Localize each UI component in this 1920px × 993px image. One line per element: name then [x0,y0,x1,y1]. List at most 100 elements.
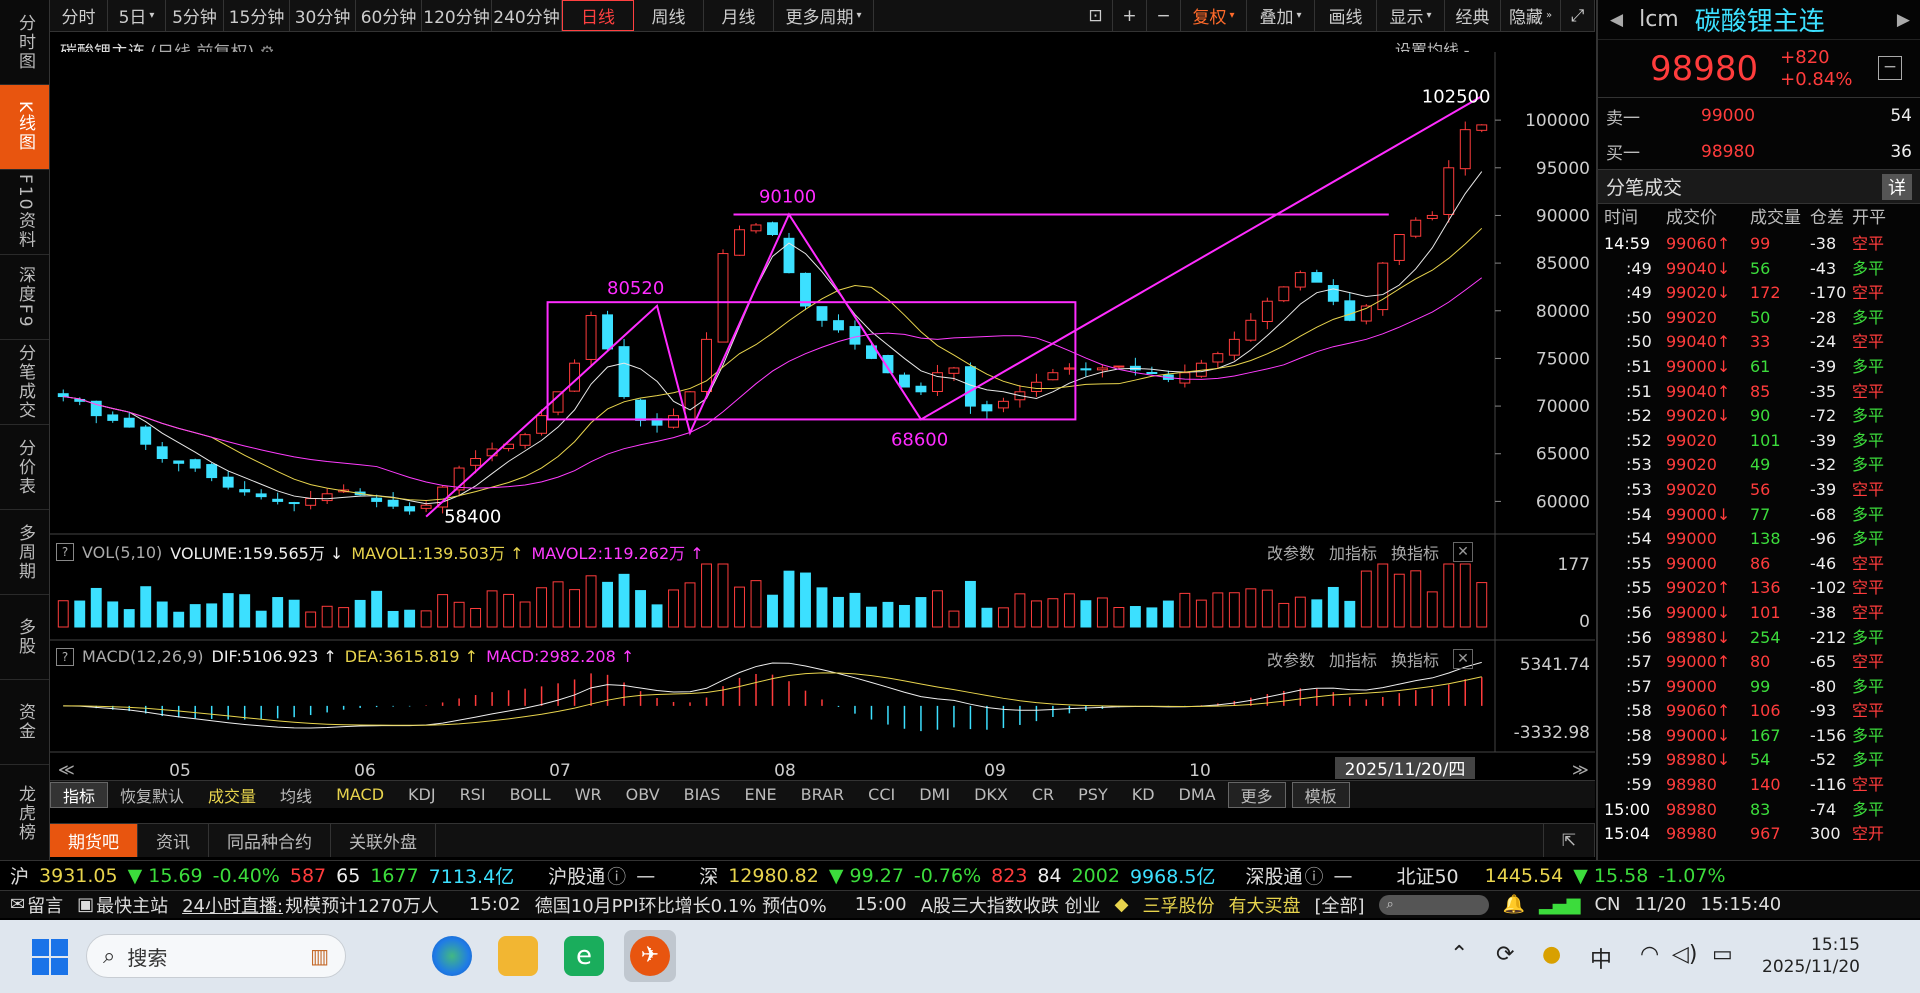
tick-row[interactable]: :53 99020 56 -39 空平 [1598,478,1920,503]
sh-index[interactable]: 3931.05 [39,865,118,887]
tick-row[interactable]: :59 98980↓ 54 -52 多平 [1598,748,1920,773]
tick-row[interactable]: :58 99060↑ 106 -93 空平 [1598,699,1920,724]
period-tab-5[interactable]: 60分钟 [356,0,422,31]
tick-row[interactable]: :50 99040↑ 33 -24 空平 [1598,330,1920,355]
period-tab-11[interactable]: 更多周期 ▾ [774,0,874,31]
indicator-tab-2[interactable]: 成交量 [196,783,268,807]
tick-row[interactable]: :55 99020↑ 136 -102 空平 [1598,576,1920,601]
scroll-right-icon[interactable]: ≫ [1572,760,1589,779]
edit-params-button[interactable]: 改参数 [1267,540,1315,564]
tick-row[interactable]: :52 99020↓ 90 -72 多平 [1598,404,1920,429]
tool-button-4[interactable]: 经典 [1445,0,1501,31]
tick-row[interactable]: :59 98980 140 -116 空平 [1598,773,1920,798]
sidebar-item-3[interactable]: 深度F9 [0,255,49,340]
period-tab-7[interactable]: 240分钟 [492,0,562,31]
help-icon[interactable]: ⓘ [607,862,626,889]
sidebar-item-8[interactable]: 资金 [0,680,49,765]
file-explorer-icon[interactable] [498,936,538,976]
indicator-tab-4[interactable]: MACD [324,785,396,804]
tool-button-0[interactable]: 复权 ▾ [1181,0,1247,31]
help-icon[interactable]: ? [56,647,74,666]
bottom-tab-3[interactable]: 关联外盘 [331,824,436,857]
indicator-tab-12[interactable]: BRAR [789,785,857,804]
all-alerts-link[interactable]: [全部] [1314,892,1364,918]
tick-row[interactable]: :51 99000↓ 61 -39 多平 [1598,355,1920,380]
ticks-detail-button[interactable]: 详 [1882,173,1912,200]
switch-indicator-button[interactable]: 换指标 [1391,540,1439,564]
windows-start-icon[interactable] [32,939,68,975]
app-tray-icon[interactable]: ● [1542,942,1561,967]
hgt-label[interactable]: 沪股通 [548,862,605,889]
edit-params-button[interactable]: 改参数 [1267,647,1315,671]
bottom-tab-1[interactable]: 资讯 [138,824,209,857]
indicator-tab-3[interactable]: 均线 [268,783,324,807]
tick-row[interactable]: :52 99020 101 -39 多平 [1598,429,1920,454]
close-icon[interactable]: ✕ [1453,542,1474,562]
sidebar-item-0[interactable]: 分时图 [0,0,49,85]
sidebar-item-4[interactable]: 分笔成交 [0,340,49,425]
indicator-tab-10[interactable]: BIAS [672,785,733,804]
tick-row[interactable]: :54 99000↓ 77 -68 多平 [1598,503,1920,528]
tick-row[interactable]: :57 99000 99 -80 多平 [1598,675,1920,700]
indicator-tab-11[interactable]: ENE [732,785,788,804]
live-text[interactable]: 规模预计1270万人 [285,892,439,918]
lang-label[interactable]: CN [1594,894,1620,915]
message-icon[interactable]: ✉ [10,894,25,915]
indicator-tab-21[interactable]: 模板 [1291,781,1350,808]
bottom-tab-0[interactable]: 期货吧 [50,824,138,857]
ticks-list[interactable]: 14:59 99060↑ 99 -38 空平:49 99040↓ 56 -43 多平:49 990… [1598,232,1920,847]
sidebar-item-9[interactable]: 龙虎榜 [0,765,49,863]
indicator-tab-6[interactable]: RSI [448,785,498,804]
indicator-tab-13[interactable]: CCI [856,785,907,804]
fullscreen-icon[interactable]: ⤢ [1561,0,1595,31]
indicator-tab-14[interactable]: DMI [907,785,962,804]
tick-row[interactable]: :51 99040↑ 85 -35 空平 [1598,380,1920,405]
tick-row[interactable]: :49 99040↓ 56 -43 多平 [1598,257,1920,282]
indicator-tab-5[interactable]: KDJ [396,785,448,804]
tool-button-1[interactable]: 叠加 ▾ [1247,0,1315,31]
bottom-tab-2[interactable]: 同品种合约 [209,824,331,857]
period-tab-1[interactable]: 5日 ▾ [108,0,166,31]
expand-panel-icon[interactable]: ⇱ [1542,824,1595,857]
switch-indicator-button[interactable]: 换指标 [1391,647,1439,671]
taskbar-search-input[interactable]: ⌕ 搜索 ▥ [86,934,346,978]
tick-row[interactable]: :58 99000↓ 167 -156 多平 [1598,724,1920,749]
help-icon[interactable]: ? [56,543,74,561]
sidebar-item-6[interactable]: 多周期 [0,510,49,595]
prev-arrow-icon[interactable]: ◀ [1610,10,1623,30]
sidebar-item-1[interactable]: K线图 [0,85,49,170]
indicator-tab-17[interactable]: PSY [1066,785,1120,804]
tick-row[interactable]: 14:59 99060↑ 99 -38 空平 [1598,232,1920,257]
news-search-input[interactable]: ⌕ [1378,894,1489,915]
minimize-icon[interactable]: − [1878,56,1902,80]
tool-button-5[interactable]: 隐藏» [1501,0,1561,31]
tick-row[interactable]: :56 99000↓ 101 -38 空平 [1598,601,1920,626]
sidebar-item-5[interactable]: 分价表 [0,425,49,510]
news-item[interactable]: A股三大指数收跌 创业 [921,892,1101,918]
tick-row[interactable]: :55 99000 86 -46 空平 [1598,552,1920,577]
lock-icon[interactable]: ⊡ [1079,0,1113,31]
next-arrow-icon[interactable]: ▶ [1897,10,1910,30]
server-link[interactable]: 最快主站 [96,892,168,918]
sgt-label[interactable]: 深股通 [1245,862,1302,889]
period-tab-2[interactable]: 5分钟 [166,0,224,31]
taskbar-clock[interactable]: 15:15 2025/11/20 [1760,934,1860,978]
tick-row[interactable]: 15:00 98980 83 -74 多平 [1598,798,1920,823]
sync-icon[interactable]: ⟳ [1496,942,1514,967]
tool-button-3[interactable]: 显示 ▾ [1377,0,1445,31]
period-tab-6[interactable]: 120分钟 [422,0,492,31]
browser-e-icon[interactable]: e [564,936,604,976]
live-label[interactable]: 24小时直播: [182,892,283,918]
tick-row[interactable]: :57 99000↑ 80 -65 空平 [1598,650,1920,675]
zoom-out-icon[interactable]: − [1147,0,1181,31]
news-item[interactable]: 德国10月PPI环比增长0.1% 预估0% [535,892,827,918]
wifi-icon[interactable]: ◠ [1640,942,1659,967]
indicator-tab-20[interactable]: 更多 [1227,781,1286,808]
sidebar-item-2[interactable]: F10资料 [0,170,49,255]
indicator-tab-1[interactable]: 恢复默认 [108,783,196,807]
tick-row[interactable]: :50 99020 50 -28 多平 [1598,306,1920,331]
indicator-tab-19[interactable]: DMA [1167,785,1228,804]
alert-stock[interactable]: 三孚股份 [1142,892,1214,918]
indicator-tab-0[interactable]: 指标 [50,781,109,808]
indicator-tab-16[interactable]: CR [1020,785,1066,804]
